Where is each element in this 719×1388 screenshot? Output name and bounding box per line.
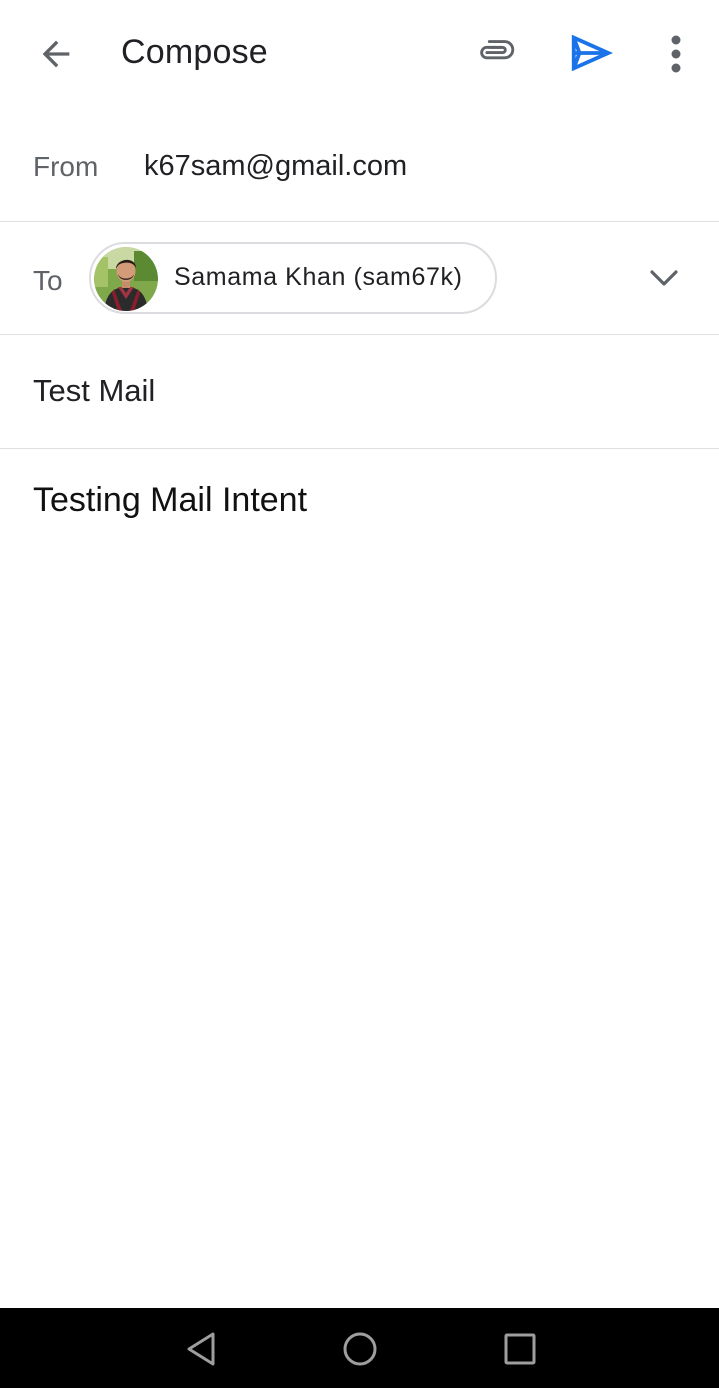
from-label: From (33, 151, 99, 182)
recipient-chip-label: Samama Khan (sam67k) (174, 263, 463, 291)
to-row[interactable]: To Samama Khan (sam67k) (0, 222, 719, 334)
recipient-chip[interactable]: Samama Khan (sam67k) (89, 242, 497, 314)
expand-recipients-button[interactable] (636, 256, 692, 300)
chevron-down-icon (650, 270, 678, 286)
system-home-button[interactable] (335, 1324, 385, 1374)
avatar (94, 247, 158, 311)
body-text[interactable]: Testing Mail Intent (33, 481, 307, 520)
send-button[interactable] (560, 22, 622, 84)
more-vert-icon (671, 35, 681, 73)
page-title: Compose (121, 33, 268, 71)
arrow-back-icon (42, 40, 70, 68)
top-app-bar: Compose (0, 0, 719, 110)
to-label: To (33, 265, 63, 296)
subject-row (0, 335, 719, 448)
from-row[interactable]: From k67sam@gmail.com (0, 110, 719, 221)
system-back-button[interactable] (176, 1324, 226, 1374)
back-button[interactable] (26, 24, 86, 84)
nav-home-icon (343, 1332, 377, 1366)
system-navigation-bar (0, 1308, 719, 1388)
nav-recents-icon (504, 1333, 536, 1365)
more-options-button[interactable] (650, 24, 702, 84)
from-account[interactable]: k67sam@gmail.com (144, 150, 407, 183)
system-recents-button[interactable] (495, 1324, 545, 1374)
nav-back-icon (187, 1332, 215, 1366)
compose-screen: Compose From k67sam@gmail.com To Samama … (0, 0, 719, 1388)
paperclip-icon (480, 40, 515, 60)
subject-field[interactable] (33, 373, 683, 409)
compose-body[interactable]: Testing Mail Intent (0, 449, 719, 1307)
attach-button[interactable] (466, 24, 526, 84)
send-icon (571, 34, 613, 72)
